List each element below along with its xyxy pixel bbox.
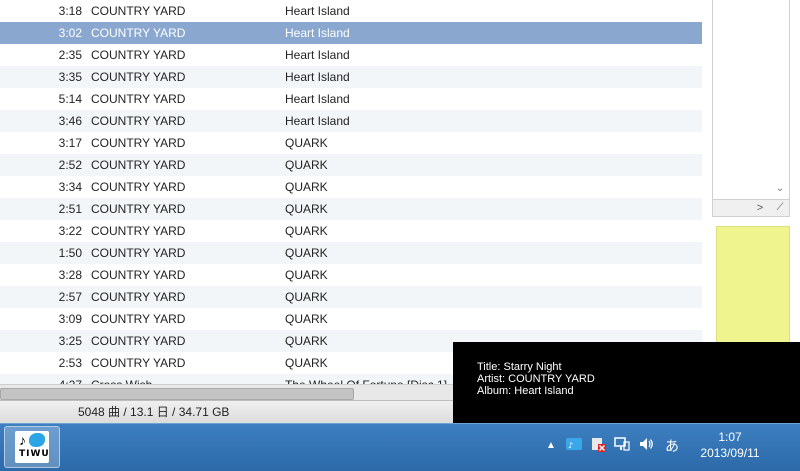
track-album: QUARK (285, 268, 328, 282)
track-duration: 3:28 (58, 268, 82, 282)
table-row[interactable]: 3:17 COUNTRY YARD QUARK (0, 132, 702, 155)
track-album: QUARK (285, 246, 328, 260)
table-row[interactable]: 3:02 COUNTRY YARD Heart Island (0, 22, 702, 45)
svg-text:♪: ♪ (568, 441, 573, 450)
track-duration: 1:50 (58, 246, 82, 260)
track-artist: COUNTRY YARD (91, 356, 186, 370)
now-playing-title: Title: Starry Night (477, 361, 562, 373)
track-artist: COUNTRY YARD (91, 202, 186, 216)
chevron-down-icon[interactable]: ⌄ (773, 182, 787, 196)
taskbar-app-tiwu[interactable]: ♪ TIWU (4, 426, 60, 468)
volume-icon[interactable] (637, 436, 655, 456)
status-bar: 5048 曲 / 13.1 日 / 34.71 GB (0, 400, 453, 423)
track-duration: 3:34 (58, 180, 82, 194)
tiwu-tray-icon[interactable]: ♪ (564, 436, 584, 456)
track-duration: 3:09 (58, 312, 82, 326)
table-row[interactable]: 3:22 COUNTRY YARD QUARK (0, 220, 702, 243)
track-album: Heart Island (285, 70, 350, 84)
clock[interactable]: 1:07 2013/09/11 (684, 429, 776, 461)
track-album: QUARK (285, 312, 328, 326)
table-row[interactable]: 2:35 COUNTRY YARD Heart Island (0, 44, 702, 67)
track-duration: 2:53 (58, 356, 82, 370)
track-artist: COUNTRY YARD (91, 312, 186, 326)
now-playing-artist: Artist: COUNTRY YARD (477, 373, 595, 385)
app-label: TIWU (19, 449, 50, 459)
splash-icon (29, 433, 45, 447)
track-album: QUARK (285, 180, 328, 194)
track-list[interactable]: 3:18 COUNTRY YARD Heart Island 3:02 COUNTRY … (0, 0, 703, 384)
table-row[interactable]: 3:35 COUNTRY YARD Heart Island (0, 66, 702, 89)
side-list[interactable]: ⌄ (712, 0, 790, 200)
track-artist: Cross Wish (91, 374, 281, 384)
table-row[interactable]: 3:09 COUNTRY YARD QUARK (0, 308, 702, 331)
side-horizontal-scrollbar[interactable]: > ⟋ (712, 199, 790, 217)
track-duration: 3:25 (58, 334, 82, 348)
track-duration: 2:57 (58, 290, 82, 304)
table-row[interactable]: 2:51 COUNTRY YARD QUARK (0, 198, 702, 221)
track-album: QUARK (285, 224, 328, 238)
table-row[interactable]: 3:34 COUNTRY YARD QUARK (0, 176, 702, 199)
now-playing-popup: Title: Starry Night Artist: COUNTRY YARD… (453, 342, 800, 423)
track-duration: 2:51 (58, 202, 82, 216)
track-album: Heart Island (285, 114, 350, 128)
horizontal-scrollbar[interactable] (0, 384, 453, 401)
track-artist: COUNTRY YARD (91, 114, 186, 128)
track-artist: COUNTRY YARD (91, 224, 186, 238)
track-duration: 2:35 (58, 48, 82, 62)
track-duration: 5:14 (58, 92, 82, 106)
table-row[interactable]: 2:52 COUNTRY YARD QUARK (0, 154, 702, 177)
track-duration: 2:52 (58, 158, 82, 172)
taskbar: ♪ TIWU ▲ ♪ あ 1:07 2013/09/11 (0, 423, 800, 471)
track-artist: COUNTRY YARD (91, 4, 186, 18)
action-center-icon[interactable] (589, 436, 607, 456)
table-row[interactable]: 5:14 COUNTRY YARD Heart Island (0, 88, 702, 111)
network-icon[interactable] (613, 436, 631, 456)
track-album: QUARK (285, 136, 328, 150)
note-panel (716, 226, 790, 350)
track-artist: COUNTRY YARD (91, 92, 186, 106)
table-row[interactable]: 2:57 COUNTRY YARD QUARK (0, 286, 702, 309)
note-glyph-icon: ♪ (19, 432, 26, 448)
now-playing-album: Album: Heart Island (477, 385, 574, 397)
chevron-right-icon[interactable]: > (753, 200, 767, 216)
track-album: Heart Island (285, 48, 350, 62)
track-album: QUARK (285, 158, 328, 172)
track-artist: COUNTRY YARD (91, 70, 186, 84)
table-row[interactable]: 3:18 COUNTRY YARD Heart Island (0, 0, 702, 23)
track-duration: 3:46 (58, 114, 82, 128)
music-note-icon: ♪ TIWU (15, 431, 49, 463)
resize-grip-icon[interactable]: ⟋ (773, 200, 787, 216)
track-album: Heart Island (285, 92, 350, 106)
track-duration: 3:02 (58, 26, 82, 40)
track-duration: 3:35 (58, 70, 82, 84)
track-album: Heart Island (285, 4, 350, 18)
library-summary: 5048 曲 / 13.1 日 / 34.71 GB (78, 405, 230, 419)
ime-icon[interactable]: あ (662, 436, 682, 456)
track-artist: COUNTRY YARD (91, 48, 186, 62)
track-duration: 3:18 (58, 4, 82, 18)
track-artist: COUNTRY YARD (91, 268, 186, 282)
clock-time: 1:07 (718, 430, 742, 444)
track-duration: 3:17 (58, 136, 82, 150)
track-artist: COUNTRY YARD (91, 158, 186, 172)
track-album: QUARK (285, 202, 328, 216)
track-artist: COUNTRY YARD (91, 290, 186, 304)
track-artist: COUNTRY YARD (91, 246, 186, 260)
track-duration: 3:22 (58, 224, 82, 238)
table-row[interactable]: 3:28 COUNTRY YARD QUARK (0, 264, 702, 287)
track-artist: COUNTRY YARD (91, 136, 186, 150)
track-artist: COUNTRY YARD (91, 26, 186, 40)
table-row[interactable]: 3:46 COUNTRY YARD Heart Island (0, 110, 702, 133)
scrollbar-thumb[interactable] (0, 388, 354, 400)
track-artist: COUNTRY YARD (91, 180, 186, 194)
track-duration: 4:27 (0, 374, 82, 384)
clock-date: 2013/09/11 (700, 446, 760, 460)
show-hidden-icons-arrow[interactable]: ▲ (544, 436, 558, 456)
track-artist: COUNTRY YARD (91, 334, 186, 348)
table-row[interactable]: 1:50 COUNTRY YARD QUARK (0, 242, 702, 265)
track-album: Heart Island (285, 26, 350, 40)
track-album: QUARK (285, 290, 328, 304)
